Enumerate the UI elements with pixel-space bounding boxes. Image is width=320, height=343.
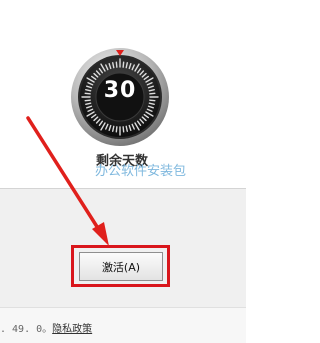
version-fragment: . 49. 0。	[0, 324, 53, 335]
dial-tick	[115, 61, 118, 68]
privacy-policy-link[interactable]: 隐私政策	[52, 324, 92, 335]
dial-tick	[115, 126, 118, 133]
footer-text: . 49. 0。隐私政策	[0, 320, 92, 335]
days-remaining-count: 30	[103, 78, 137, 103]
activate-button[interactable]: 激活(A)	[79, 252, 163, 281]
activation-panel: 30 剩余天数 办公软件安装包 激活(A) . 49. 0。隐私政策	[0, 0, 246, 343]
watermark-text: 办公软件安装包	[95, 164, 187, 179]
dial-tick	[122, 126, 125, 133]
dial-tick	[122, 61, 125, 68]
